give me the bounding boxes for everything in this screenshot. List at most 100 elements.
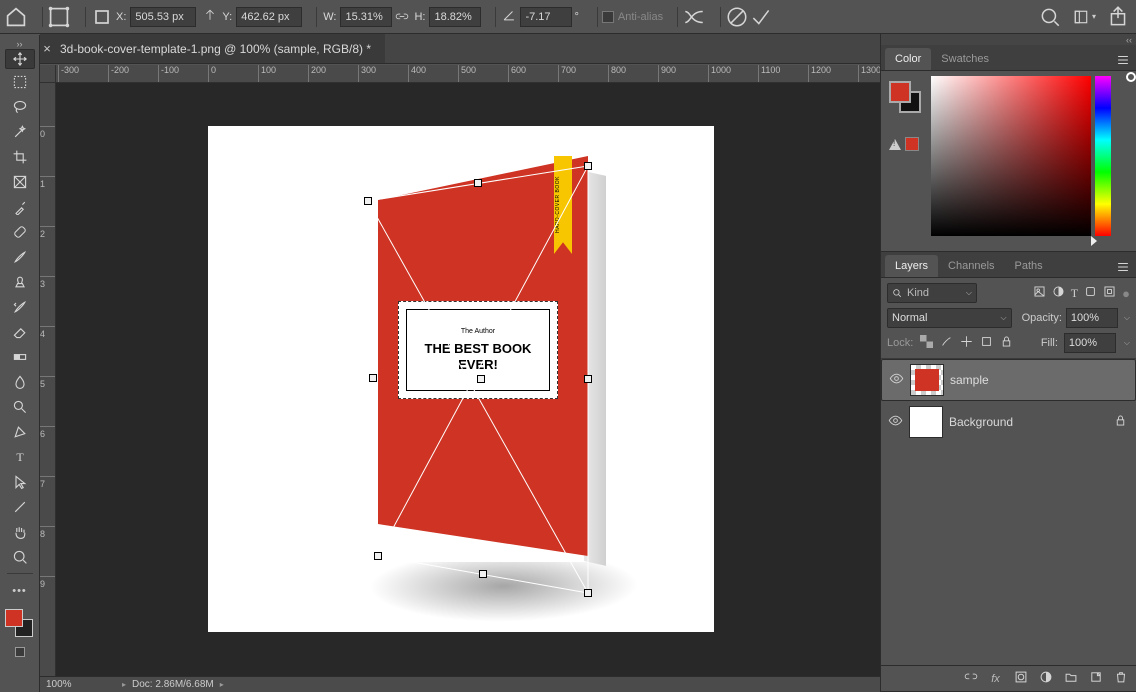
- type-tool[interactable]: T: [5, 444, 35, 469]
- transform-handle[interactable]: [374, 552, 382, 560]
- ruler-origin[interactable]: [40, 65, 56, 83]
- filter-adjust-icon[interactable]: [1052, 285, 1065, 301]
- warp-mode-button[interactable]: [682, 5, 706, 29]
- opacity-slider-toggle[interactable]: ⌵: [1124, 313, 1130, 323]
- y-field[interactable]: [236, 7, 302, 27]
- hue-slider[interactable]: [1095, 76, 1111, 236]
- transform-handle[interactable]: [477, 375, 485, 383]
- layers-panel-menu[interactable]: [1110, 260, 1136, 277]
- ruler-vertical[interactable]: 0123456789: [40, 83, 56, 676]
- tab-swatches[interactable]: Swatches: [931, 48, 999, 70]
- delete-layer-icon[interactable]: [1113, 670, 1128, 687]
- layer-thumbnail[interactable]: [910, 364, 944, 396]
- link-layers-icon[interactable]: [963, 670, 978, 687]
- layer-thumbnail[interactable]: [909, 406, 943, 438]
- ruler-horizontal[interactable]: -300-200-1000100200300400500600700800900…: [56, 65, 880, 83]
- hand-tool[interactable]: [5, 519, 35, 544]
- share-button[interactable]: [1106, 5, 1130, 29]
- angle-field[interactable]: [520, 7, 572, 27]
- tab-paths[interactable]: Paths: [1005, 255, 1053, 277]
- transform-handle[interactable]: [474, 179, 482, 187]
- lasso-tool[interactable]: [5, 94, 35, 119]
- path-selection-tool[interactable]: [5, 469, 35, 494]
- dodge-tool[interactable]: [5, 394, 35, 419]
- edit-toolbar-button[interactable]: •••: [5, 578, 35, 603]
- color-panel-menu[interactable]: [1110, 53, 1136, 70]
- color-cursor[interactable]: [1126, 72, 1136, 82]
- tab-color[interactable]: Color: [885, 48, 931, 70]
- new-layer-icon[interactable]: [1088, 670, 1103, 687]
- layer-mask-icon[interactable]: [1013, 670, 1028, 687]
- line-tool[interactable]: [5, 494, 35, 519]
- canvas[interactable]: HARD-COVER BOOK The Author THE BEST BOOK…: [208, 126, 714, 632]
- transform-preset-icon[interactable]: [47, 5, 71, 29]
- collapse-panels[interactable]: ‹‹: [881, 34, 1136, 45]
- zoom-dropdown-icon[interactable]: ▸: [122, 680, 126, 689]
- document-tab[interactable]: × 3d-book-cover-template-1.png @ 100% (s…: [40, 34, 385, 63]
- link-wh-icon[interactable]: [392, 5, 412, 29]
- group-layers-icon[interactable]: [1063, 670, 1078, 687]
- foreground-swatch[interactable]: [5, 609, 23, 627]
- gradient-tool[interactable]: [5, 344, 35, 369]
- blend-mode-select[interactable]: Normal ⌵: [887, 308, 1012, 328]
- reference-point-icon[interactable]: [90, 5, 114, 29]
- quickmask-toggle[interactable]: [5, 645, 35, 659]
- lock-all-icon[interactable]: [999, 335, 1013, 351]
- transform-handle[interactable]: [479, 570, 487, 578]
- visibility-toggle[interactable]: [887, 413, 903, 431]
- fill-slider-toggle[interactable]: ⌵: [1124, 338, 1130, 348]
- color-field[interactable]: [931, 76, 1091, 236]
- pen-tool[interactable]: [5, 419, 35, 444]
- home-button[interactable]: [4, 5, 28, 29]
- layer-fx-icon[interactable]: fx: [988, 673, 1003, 685]
- layer-filter-kind[interactable]: Kind ⌵: [887, 283, 977, 303]
- filter-pixel-icon[interactable]: [1033, 285, 1046, 301]
- filter-toggle[interactable]: ●: [1122, 286, 1130, 301]
- lock-image-icon[interactable]: [939, 335, 953, 351]
- magic-wand-tool[interactable]: [5, 119, 35, 144]
- fill-field[interactable]: 100%: [1064, 333, 1116, 353]
- tab-channels[interactable]: Channels: [938, 255, 1004, 277]
- opacity-field[interactable]: 100%: [1066, 308, 1118, 328]
- canvas-viewport[interactable]: HARD-COVER BOOK The Author THE BEST BOOK…: [56, 83, 880, 676]
- zoom-tool[interactable]: [5, 544, 35, 569]
- hue-pointer-icon[interactable]: [1091, 236, 1097, 246]
- transform-handle[interactable]: [364, 197, 372, 205]
- antialias-checkbox[interactable]: [602, 11, 614, 23]
- transform-box[interactable]: [208, 126, 714, 632]
- lock-icon[interactable]: [1114, 414, 1130, 430]
- brush-tool[interactable]: [5, 244, 35, 269]
- close-tab-button[interactable]: ×: [40, 41, 54, 56]
- color-foreground[interactable]: [889, 81, 911, 103]
- transform-handle[interactable]: [584, 589, 592, 597]
- transform-handle[interactable]: [369, 374, 377, 382]
- marquee-tool[interactable]: [5, 69, 35, 94]
- collapse-toolbar[interactable]: ››: [0, 39, 39, 49]
- stamp-tool[interactable]: [5, 269, 35, 294]
- foreground-background-swatch[interactable]: [5, 609, 35, 639]
- frame-tool[interactable]: [5, 169, 35, 194]
- workspace-button[interactable]: ▾: [1072, 5, 1096, 29]
- adjustment-layer-icon[interactable]: [1038, 670, 1053, 687]
- gamut-color-chip[interactable]: [905, 137, 919, 151]
- history-brush-tool[interactable]: [5, 294, 35, 319]
- gamut-warning[interactable]: [889, 137, 919, 151]
- doc-info[interactable]: Doc: 2.86M/6.68M: [132, 679, 214, 690]
- doc-info-dropdown-icon[interactable]: ▸: [220, 680, 224, 689]
- x-field[interactable]: [130, 7, 196, 27]
- zoom-level[interactable]: 100%: [46, 679, 116, 690]
- eyedropper-tool[interactable]: [5, 194, 35, 219]
- h-field[interactable]: [429, 7, 481, 27]
- visibility-toggle[interactable]: [888, 371, 904, 389]
- lock-position-icon[interactable]: [959, 335, 973, 351]
- w-field[interactable]: [340, 7, 392, 27]
- cancel-transform-button[interactable]: [725, 5, 749, 29]
- lock-transparent-icon[interactable]: [919, 335, 933, 351]
- search-button[interactable]: [1038, 5, 1062, 29]
- blur-tool[interactable]: [5, 369, 35, 394]
- tab-layers[interactable]: Layers: [885, 255, 938, 277]
- lock-artboard-icon[interactable]: [979, 335, 993, 351]
- layer-name[interactable]: Background: [949, 415, 1108, 429]
- eraser-tool[interactable]: [5, 319, 35, 344]
- filter-shape-icon[interactable]: [1084, 285, 1097, 301]
